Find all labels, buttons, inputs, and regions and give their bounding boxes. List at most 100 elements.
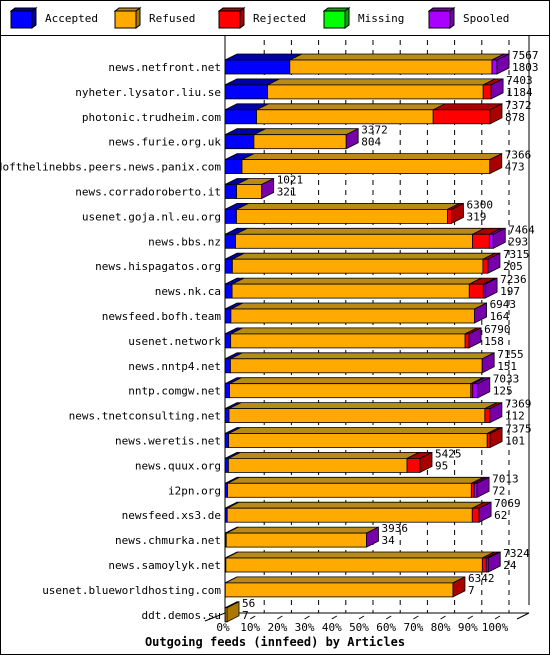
bar-segment-rejected xyxy=(482,84,492,100)
bar-top-refused xyxy=(253,128,359,136)
bar-segment-refused xyxy=(230,358,483,374)
bar-side xyxy=(226,601,240,623)
category-label: newsfeed.bofh.team xyxy=(102,310,222,323)
bar-segment-accepted xyxy=(224,184,237,199)
category-label: photonic.trudheim.com xyxy=(82,111,221,124)
bar-segment-refused xyxy=(289,59,493,75)
accepted-label: 319 xyxy=(466,210,486,223)
bar-top-refused xyxy=(230,302,487,310)
bar-top-refused xyxy=(241,153,502,161)
x-tick xyxy=(277,615,283,620)
category-label: news.samoylyk.net xyxy=(108,559,221,572)
bar-segment-accepted xyxy=(224,109,257,125)
accepted-label: 7 xyxy=(242,609,249,622)
bar-segment-refused xyxy=(236,184,263,199)
bar-segment-refused xyxy=(228,408,486,424)
bar-segment-refused xyxy=(228,457,408,473)
bar-segment-refused xyxy=(229,383,472,399)
accepted-label: 72 xyxy=(492,484,505,497)
bar-segment-accepted xyxy=(224,159,243,175)
bar-segment-rejected xyxy=(464,333,470,349)
bar-segment-spooled xyxy=(491,59,498,75)
x-tick-label: 100% xyxy=(482,621,509,634)
accepted-label: 101 xyxy=(505,435,525,448)
chart-svg: 0% 10% 20% 30% 40% 50% 60% 70% 80% 90% 100% news.ne… xyxy=(0,36,539,649)
bar-segment-spooled xyxy=(472,383,479,399)
accepted-label: 7 xyxy=(468,584,475,597)
bar-segment-accepted xyxy=(224,84,268,100)
bar-segment-accepted xyxy=(224,59,291,75)
accepted-label: 34 xyxy=(381,534,395,547)
bar-top-refused xyxy=(267,78,496,86)
accepted-label: 164 xyxy=(490,310,510,323)
x-tick xyxy=(358,615,365,620)
x-tick-label: 40% xyxy=(322,621,342,634)
bar-segment-spooled xyxy=(473,482,478,498)
bar-segment-accepted xyxy=(224,358,231,374)
bar-segment-refused xyxy=(241,159,491,175)
bar-top-refused xyxy=(228,451,420,459)
bar-segment-rejected xyxy=(471,507,480,523)
accepted-label: 1803 xyxy=(512,61,539,74)
bar-segment-rejected xyxy=(484,408,491,424)
bar-segment-rejected xyxy=(472,233,490,249)
category-label: news.quux.org xyxy=(135,459,221,472)
category-label: news.netfront.net xyxy=(108,61,221,74)
bar-segment-accepted xyxy=(224,308,232,324)
bar-segment-accepted xyxy=(224,333,232,349)
accepted-label: 151 xyxy=(497,360,517,373)
accepted-label: 205 xyxy=(503,260,523,273)
bar-segment-rejected xyxy=(447,208,452,224)
bar-top-refused xyxy=(230,352,495,360)
category-label: news.chmurka.net xyxy=(115,534,221,547)
bar-top-refused xyxy=(229,377,483,385)
category-label: usenet.network xyxy=(128,335,221,348)
bar-segment-refused xyxy=(226,507,473,523)
x-tick xyxy=(440,615,446,620)
accepted-label: 293 xyxy=(508,235,528,248)
bar-segment-accepted xyxy=(224,408,230,424)
bar-segment-refused xyxy=(236,208,448,224)
bar-segment-rejected xyxy=(406,457,421,473)
x-tick xyxy=(413,615,419,620)
x-tick-label: 90% xyxy=(458,621,478,634)
accepted-label: 878 xyxy=(505,111,525,124)
x-tick-label: 0% xyxy=(216,621,230,634)
accepted-label: 125 xyxy=(493,385,513,398)
category-label: news.tnetconsulting.net xyxy=(69,410,221,423)
x-tick xyxy=(331,615,338,620)
x-tick xyxy=(385,615,392,620)
category-label: news.corradoroberto.it xyxy=(75,186,221,199)
accepted-label: 197 xyxy=(500,285,520,298)
x-tick xyxy=(494,615,501,620)
bar-segment-refused xyxy=(231,283,470,299)
bar-top-refused xyxy=(226,526,379,534)
accepted-label: 95 xyxy=(435,459,448,472)
category-label: news.bbs.nz xyxy=(148,235,221,248)
bar-segment-refused xyxy=(256,109,434,125)
accepted-label: 804 xyxy=(361,136,381,149)
bar-top-refused xyxy=(228,427,500,434)
bar-top-refused xyxy=(228,402,498,410)
bar-segment-accepted xyxy=(224,383,230,399)
bar-segment-refused xyxy=(230,333,466,349)
bar-segment-rejected xyxy=(468,283,484,299)
bar-segment-refused xyxy=(230,308,475,324)
category-label: news.nk.ca xyxy=(155,285,221,298)
bar-segment-refused xyxy=(225,557,483,573)
category-label: newsfeed.xs3.de xyxy=(122,509,221,522)
x-tick-label: 80% xyxy=(431,621,451,634)
bar-segment-accepted xyxy=(224,208,237,224)
x-tick-label: 20% xyxy=(267,621,287,634)
accepted-label: 24 xyxy=(503,559,517,572)
category-label: nntp.comgw.net xyxy=(128,385,221,398)
bar-segment-accepted xyxy=(224,233,236,249)
bar-segment-refused xyxy=(224,582,454,598)
x-tick xyxy=(249,615,256,620)
bar-top-refused xyxy=(256,103,446,111)
bar-segment-rejected xyxy=(432,109,491,125)
bar-segment-rejected xyxy=(482,258,489,274)
bar-top-refused xyxy=(236,202,460,210)
category-label: news.nntp4.net xyxy=(128,360,221,373)
bar-segment-refused xyxy=(227,482,472,498)
